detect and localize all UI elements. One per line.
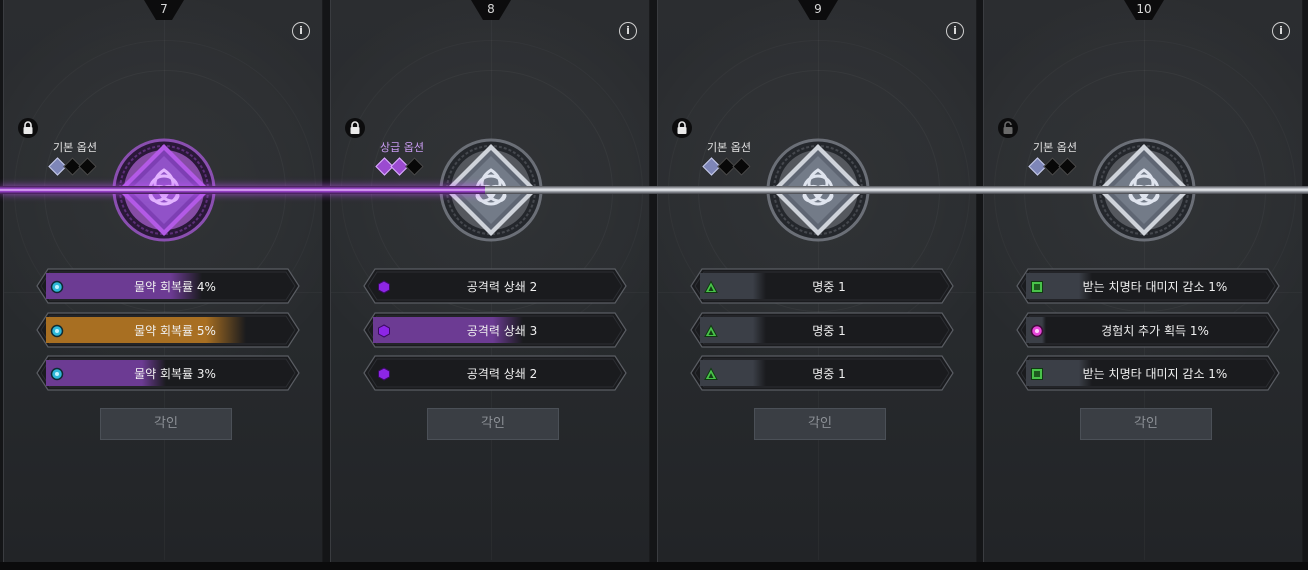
green-triangle-icon bbox=[704, 279, 718, 293]
grade-gem-icon bbox=[78, 157, 97, 176]
option-text: 공격력 상쇄 2 bbox=[466, 367, 538, 381]
bottom-strip bbox=[0, 562, 1308, 570]
option-grade-label: 기본 옵션 bbox=[53, 141, 97, 154]
connector-bar bbox=[1145, 186, 1308, 194]
option-text: 물약 회복률 3% bbox=[134, 367, 216, 381]
option-row[interactable]: 물약 회복률 3% bbox=[36, 355, 300, 391]
lock-icon[interactable] bbox=[18, 118, 38, 138]
option-text: 물약 회복률 4% bbox=[134, 280, 216, 294]
violet-hexagon-icon bbox=[377, 323, 391, 338]
lock-icon[interactable] bbox=[672, 118, 692, 138]
step-number: 7 bbox=[160, 2, 168, 16]
option-row[interactable]: 명중 1 bbox=[690, 312, 954, 348]
engrave-panel: 10 i 기본 옵션 받는 치명타 대미지 감소 1% 경험치 추가 획득 1%… bbox=[983, 0, 1303, 562]
unlock-icon[interactable] bbox=[998, 118, 1018, 138]
connector-bar-active bbox=[0, 186, 160, 194]
engrave-panel: 8 i 상급 옵션 공격력 상쇄 2 공격력 상쇄 3 공격력 상쇄 2 각인 bbox=[330, 0, 650, 562]
info-icon[interactable]: i bbox=[619, 22, 637, 40]
connector-bar bbox=[815, 186, 1145, 194]
violet-hexagon-icon bbox=[377, 366, 391, 381]
option-row[interactable]: 명중 1 bbox=[690, 268, 954, 304]
option-text: 경험치 추가 획득 1% bbox=[1101, 324, 1209, 338]
cyan-circle-icon bbox=[50, 279, 64, 294]
option-text: 받는 치명타 대미지 감소 1% bbox=[1082, 280, 1228, 294]
option-row[interactable]: 물약 회복률 5% bbox=[36, 312, 300, 348]
option-row[interactable]: 명중 1 bbox=[690, 355, 954, 391]
step-number: 9 bbox=[814, 2, 822, 16]
engrave-panel: 9 i 기본 옵션 명중 1 명중 1 명중 1 각인 bbox=[657, 0, 977, 562]
option-row[interactable]: 공격력 상쇄 2 bbox=[363, 268, 627, 304]
grade-gems bbox=[374, 157, 434, 176]
info-icon[interactable]: i bbox=[946, 22, 964, 40]
option-row[interactable]: 경험치 추가 획득 1% bbox=[1016, 312, 1280, 348]
step-tab: 10 bbox=[1124, 0, 1164, 22]
engrave-panel: 7 i 기본 옵션 물약 회복률 4% 물약 회복률 5% 물약 회복률 3% … bbox=[3, 0, 323, 562]
step-tab: 7 bbox=[144, 0, 184, 22]
option-row[interactable]: 공격력 상쇄 2 bbox=[363, 355, 627, 391]
engrave-button[interactable]: 각인 bbox=[1080, 408, 1212, 440]
option-grade-label: 상급 옵션 bbox=[380, 141, 424, 154]
green-square-icon bbox=[1030, 366, 1044, 380]
option-text: 공격력 상쇄 3 bbox=[466, 324, 538, 338]
grade-gems bbox=[701, 157, 761, 176]
option-row[interactable]: 받는 치명타 대미지 감소 1% bbox=[1016, 355, 1280, 391]
info-icon[interactable]: i bbox=[292, 22, 310, 40]
magenta-circle-icon bbox=[1030, 323, 1044, 338]
lock-icon[interactable] bbox=[345, 118, 365, 138]
violet-hexagon-icon bbox=[377, 279, 391, 294]
green-square-icon bbox=[1030, 279, 1044, 293]
green-triangle-icon bbox=[704, 366, 718, 380]
grade-gem-icon bbox=[405, 157, 424, 176]
step-tab: 9 bbox=[798, 0, 838, 22]
option-text: 물약 회복률 5% bbox=[134, 324, 216, 338]
grade-gems bbox=[1027, 157, 1087, 176]
option-row[interactable]: 물약 회복률 4% bbox=[36, 268, 300, 304]
option-grade-label: 기본 옵션 bbox=[1033, 141, 1077, 154]
grade-gem-icon bbox=[1058, 157, 1077, 176]
green-triangle-icon bbox=[704, 323, 718, 337]
option-text: 명중 1 bbox=[812, 367, 846, 381]
connector-bar bbox=[485, 186, 815, 194]
grade-gems bbox=[47, 157, 107, 176]
option-row[interactable]: 받는 치명타 대미지 감소 1% bbox=[1016, 268, 1280, 304]
option-text: 명중 1 bbox=[812, 324, 846, 338]
grade-gem-icon bbox=[732, 157, 751, 176]
cyan-circle-icon bbox=[50, 366, 64, 381]
step-number: 8 bbox=[487, 2, 495, 16]
option-text: 공격력 상쇄 2 bbox=[466, 280, 538, 294]
step-tab: 8 bbox=[471, 0, 511, 22]
step-number: 10 bbox=[1136, 2, 1152, 16]
info-icon[interactable]: i bbox=[1272, 22, 1290, 40]
cyan-circle-icon bbox=[50, 323, 64, 338]
option-row[interactable]: 공격력 상쇄 3 bbox=[363, 312, 627, 348]
option-grade-label: 기본 옵션 bbox=[707, 141, 751, 154]
engrave-button[interactable]: 각인 bbox=[427, 408, 559, 440]
option-text: 받는 치명타 대미지 감소 1% bbox=[1082, 367, 1228, 381]
option-text: 명중 1 bbox=[812, 280, 846, 294]
engrave-button[interactable]: 각인 bbox=[754, 408, 886, 440]
engrave-button[interactable]: 각인 bbox=[100, 408, 232, 440]
connector-bar-active bbox=[160, 186, 485, 194]
